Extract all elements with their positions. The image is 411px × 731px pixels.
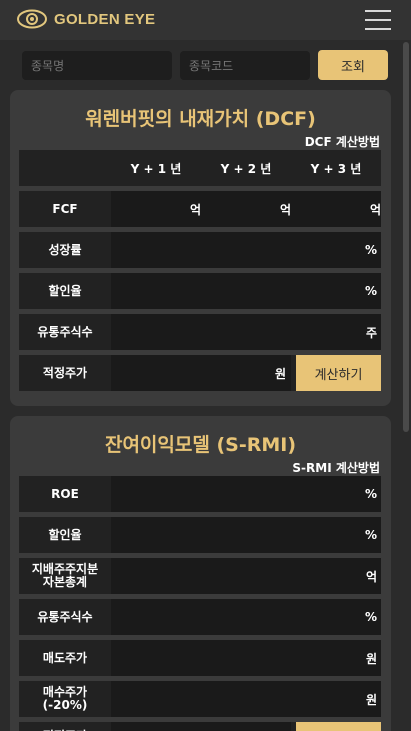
growth-rate-input[interactable]: [111, 232, 381, 268]
shares-outstanding-unit: 주: [365, 325, 377, 340]
buy-price-unit: 원: [365, 692, 377, 707]
fair-price-unit: 원: [275, 366, 287, 381]
discount-rate-input[interactable]: [111, 273, 381, 309]
year3-header: Y + 3 년: [310, 161, 362, 176]
brand-logo[interactable]: GOLDEN EYE: [16, 8, 155, 30]
srim-calculate-button[interactable]: [296, 722, 381, 731]
srim-fair-price-row: 적정주가: [19, 722, 381, 731]
buy-price-output: [111, 681, 381, 717]
srim-method-link[interactable]: S-RMI 계산방법: [292, 459, 380, 476]
page-scrollbar[interactable]: [401, 40, 411, 731]
srim-discount-rate-input[interactable]: [111, 517, 381, 553]
scrollbar-thumb[interactable]: [403, 42, 409, 432]
shares-outstanding-input[interactable]: [111, 314, 381, 350]
srim-title: 잔여이익모델 (S-RMI): [104, 434, 297, 456]
sell-price-row: 매도주가 원: [19, 640, 381, 676]
fair-price-label: 적정주가: [42, 365, 88, 380]
srim-discount-rate-label: 할인율: [48, 527, 82, 542]
shares-outstanding-row: 유통주식수 주: [19, 314, 381, 350]
discount-rate-unit: %: [364, 284, 377, 298]
srim-discount-rate-row: 할인율 %: [19, 517, 381, 553]
brand-name: GOLDEN EYE: [54, 10, 156, 28]
year2-header: Y + 2 년: [220, 161, 272, 176]
roe-label: ROE: [51, 486, 79, 501]
srim-shares-unit: %: [364, 610, 377, 624]
hamburger-menu-icon[interactable]: [365, 10, 391, 30]
discount-rate-label: 할인율: [48, 283, 82, 298]
growth-rate-label: 성장률: [48, 242, 82, 257]
fcf-year3-unit: 억: [370, 202, 382, 217]
srim-shares-input[interactable]: [111, 599, 381, 635]
srim-discount-rate-unit: %: [364, 528, 377, 542]
controlling-equity-label: 지배주주지분 자본총계: [19, 558, 111, 594]
roe-input[interactable]: [111, 476, 381, 512]
srim-fair-price-label: 적정주가: [19, 722, 111, 731]
growth-rate-unit: %: [364, 243, 377, 257]
sell-price-label: 매도주가: [42, 650, 88, 665]
fcf-inputs[interactable]: [111, 191, 381, 227]
controlling-equity-unit: 억: [365, 569, 377, 584]
sell-price-unit: 원: [365, 651, 377, 666]
roe-unit: %: [364, 487, 377, 501]
fcf-row: FCF 억 억 억: [19, 191, 381, 227]
shares-outstanding-label: 유통주식수: [37, 324, 93, 339]
buy-price-label: 매수주가 (-20%): [19, 681, 111, 717]
fcf-year1-unit: 억: [190, 202, 202, 217]
stock-search-bar: 조회: [0, 40, 411, 90]
dcf-calculate-button[interactable]: 계산하기: [296, 355, 381, 391]
controlling-equity-label-line2: 자본총계: [42, 575, 88, 589]
controlling-equity-input[interactable]: [111, 558, 381, 594]
srim-card: 잔여이익모델 (S-RMI) S-RMI 계산방법 ROE % 할인율 % 지배…: [10, 416, 391, 731]
srim-shares-label: 유통주식수: [37, 609, 93, 624]
eye-logo-icon: [17, 9, 47, 29]
controlling-equity-row: 지배주주지분 자본총계 억: [19, 558, 381, 594]
stock-name-input[interactable]: [22, 51, 172, 80]
fair-price-output: [111, 355, 291, 391]
dcf-method-link[interactable]: DCF 계산방법: [305, 133, 380, 150]
stock-code-input[interactable]: [180, 51, 310, 80]
dcf-title: 워렌버핏의 내재가치 (DCF): [85, 108, 316, 130]
search-button[interactable]: 조회: [318, 50, 388, 80]
buy-price-row: 매수주가 (-20%) 원: [19, 681, 381, 717]
dcf-card: 워렌버핏의 내재가치 (DCF) DCF 계산방법 Y + 1 년 Y + 2 …: [10, 90, 391, 406]
year1-header: Y + 1 년: [130, 161, 182, 176]
fcf-label: FCF: [52, 201, 78, 216]
top-navigation-bar: GOLDEN EYE: [0, 0, 411, 40]
growth-rate-row: 성장률 %: [19, 232, 381, 268]
fcf-year2-unit: 억: [280, 202, 292, 217]
fair-price-row: 적정주가 원 계산하기: [19, 355, 381, 391]
sell-price-output: [111, 640, 381, 676]
srim-fair-price-output: [111, 722, 291, 731]
srim-shares-row: 유통주식수 %: [19, 599, 381, 635]
buy-price-label-line2: (-20%): [42, 698, 88, 712]
discount-rate-row: 할인율 %: [19, 273, 381, 309]
roe-row: ROE %: [19, 476, 381, 512]
dcf-year-header-row: Y + 1 년 Y + 2 년 Y + 3 년: [19, 150, 381, 186]
